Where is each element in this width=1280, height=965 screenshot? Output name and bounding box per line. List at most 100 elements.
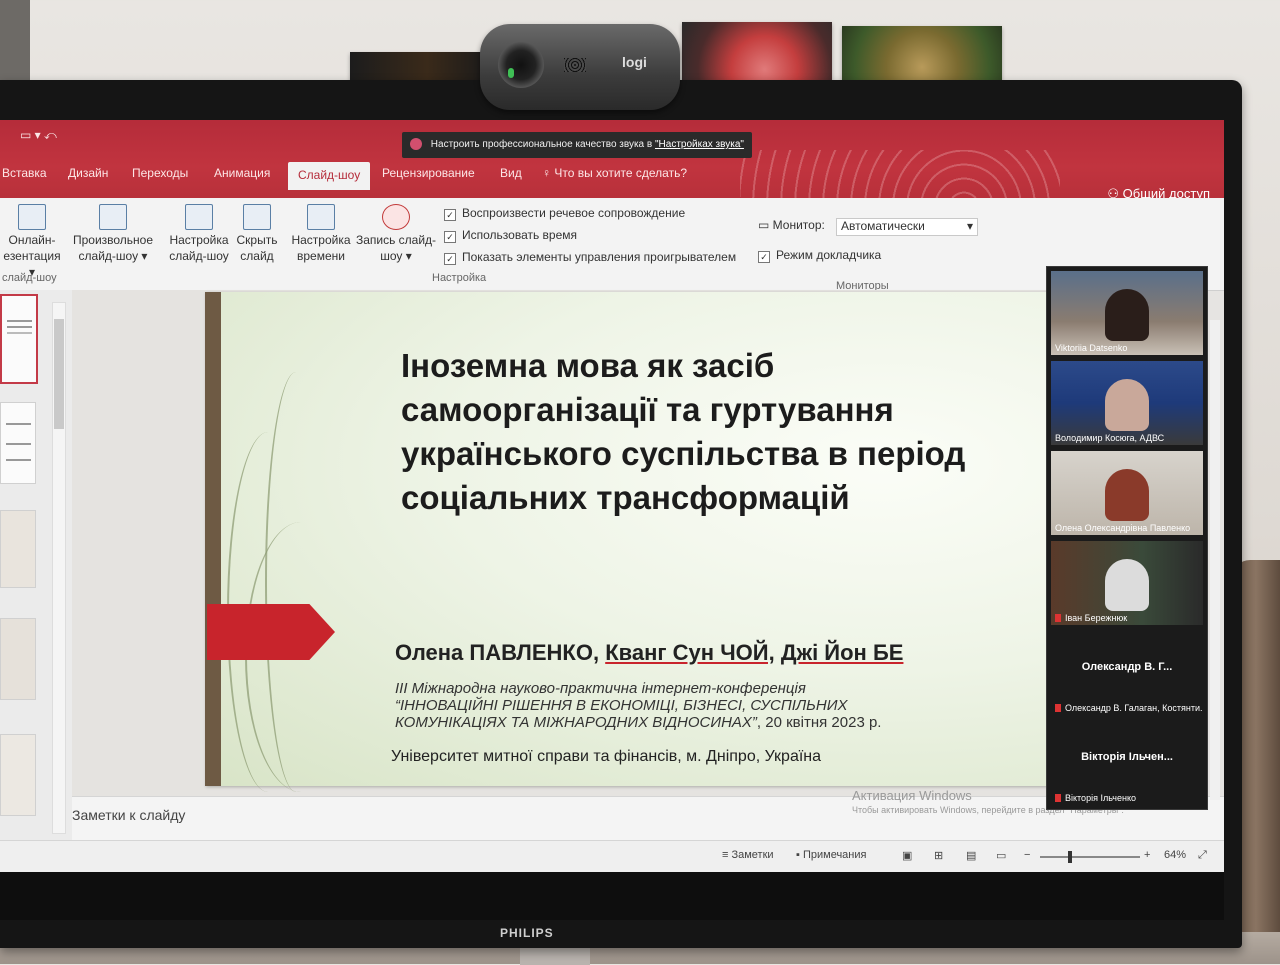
thumbnails-scrollbar[interactable] [52,302,66,834]
participant-tile[interactable]: Viktoriia Datsenko [1051,271,1203,355]
show-media-controls-checkbox[interactable]: ✓ Показать элементы управления проигрыват… [444,250,736,265]
slide-scrollbar[interactable] [1210,320,1220,800]
status-bar: ≡ Заметки ▪ Примечания ▣ ⊞ ▤ ▭ − + 64% ⤢ [0,840,1224,873]
use-timings-checkbox[interactable]: ✓ Использовать время [444,228,577,243]
group-label-slideshow: слайд-шоу [2,272,57,284]
projector-icon [185,204,213,230]
university-text[interactable]: Університет митної справи та фінансів, м… [391,748,821,766]
zoom-level[interactable]: 64% [1164,849,1186,861]
slide-sorter-icon[interactable]: ⊞ [934,849,943,862]
screen: ▭ ▾ ⤺ Настроить профессиональное качеств… [0,120,1224,920]
tab-insert[interactable]: Вставка [2,166,47,180]
normal-view-icon[interactable]: ▣ [902,849,912,862]
webcam: logi [480,24,680,110]
participant-video [1105,379,1149,431]
slide-thumbnail-1[interactable] [0,294,38,384]
participant-tile[interactable]: Іван Бережнюк [1051,541,1203,625]
lightbulb-icon: ♀ [542,166,555,180]
participant-name: Іван Бережнюк [1055,613,1127,623]
mic-muted-icon [1055,794,1061,802]
tab-transitions[interactable]: Переходы [132,166,188,180]
globe-icon [18,204,46,230]
notice-text: Настроить профессиональное качество звук… [430,139,653,150]
monitor-icon: ▭ [758,218,773,232]
participant-tile[interactable]: Вікторія Ільчен... Вікторія Ільченко [1051,721,1203,805]
record-slideshow-button[interactable]: Запись слайд- шоу ▾ [354,204,438,264]
participant-video [1105,559,1149,611]
ribbon-tabs-bar: ▭ ▾ ⤺ Настроить профессиональное качеств… [0,120,1224,201]
participant-display-name: Вікторія Ільчен... [1081,751,1173,763]
participant-name: Володимир Косюга, АДВС [1055,433,1165,443]
zoom-slider[interactable] [1040,851,1140,863]
notes-placeholder: Заметки к слайду [72,807,186,823]
slideshow-view-icon[interactable]: ▭ [996,849,1006,862]
participant-display-name: Олександр В. Г... [1081,661,1173,673]
participant-name: Олена Олександрівна Павленко [1055,523,1191,533]
slide-thumbnail-5[interactable] [0,734,36,816]
hide-slide-button[interactable]: Скрыть слайд [234,204,280,264]
slide-authors[interactable]: Олена ПАВЛЕНКО, Кванг Сун ЧОЙ, Джі Йон Б… [395,640,903,666]
comments-toggle[interactable]: ▪ Примечания [796,849,866,861]
monitor-select[interactable]: Автоматически ▾ [836,218,978,236]
red-arrow-shape [207,604,335,660]
fit-slide-icon[interactable]: ⤢ [1198,849,1207,862]
conf-line-3: КОМУНІКАЦІЯХ ТА МІЖНАРОДНИХ ВІДНОСИНАХ” [395,714,757,731]
conf-line-2: “ІННОВАЦІЙНІ РІШЕННЯ В ЕКОНОМІЦІ, БІЗНЕС… [395,697,848,714]
participant-video [1105,289,1149,341]
zoom-out-icon[interactable]: − [1024,849,1030,861]
tab-view[interactable]: Вид [500,166,522,180]
slide-thumbnail-2[interactable] [0,402,36,484]
mic-muted-icon [1055,704,1061,712]
monitor-brand-logo: PHILIPS [500,926,554,940]
participant-name: Олександр В. Галаган, Костянти... [1055,703,1203,713]
music-note-icon [410,138,422,151]
notice-link[interactable]: "Настройках звука" [655,139,744,150]
participant-tile[interactable]: Володимир Косюга, АДВС [1051,361,1203,445]
custom-slideshow-button[interactable]: Произвольное слайд-шоу ▾ [66,204,160,264]
mic-muted-icon [1055,614,1061,622]
tab-review[interactable]: Рецензирование [382,166,475,180]
camera-lens-icon [498,42,544,88]
camera-led [508,68,514,78]
participant-name: Viktoriia Datsenko [1055,343,1128,353]
chevron-down-icon: ▾ [966,219,973,233]
microphone-grille [564,58,586,72]
hide-slide-icon [243,204,271,230]
record-icon [382,204,410,230]
author-1: Олена ПАВЛЕНКО, [395,640,600,665]
slide-title[interactable]: Іноземна мова як засіб самоорганізації т… [401,344,1021,520]
participant-tile[interactable]: Олена Олександрівна Павленко [1051,451,1203,535]
slides-icon [99,204,127,230]
reading-view-icon[interactable]: ▤ [966,849,976,862]
slide-thumbnail-3[interactable] [0,510,36,588]
slide-side-bar [205,292,221,786]
slide-thumbnail-4[interactable] [0,618,36,700]
tell-me-box[interactable]: ♀ Что вы хотите сделать? [542,166,687,180]
participant-tile[interactable]: Олександр В. Г... Олександр В. Галаган, … [1051,631,1203,715]
stopwatch-icon [307,204,335,230]
quick-access-toolbar[interactable]: ▭ ▾ ⤺ [20,128,57,143]
tab-design[interactable]: Дизайн [68,166,108,180]
tab-animation[interactable]: Анимация [214,166,270,180]
sound-quality-notice[interactable]: Настроить профессиональное качество звук… [402,132,752,158]
conference-text[interactable]: ІІІ Міжнародна науково-практична інтерне… [395,680,995,731]
webcam-brand: logi [622,54,647,70]
conf-date: , 20 квітня 2023 р. [756,714,882,731]
notes-toggle[interactable]: ≡ Заметки [722,849,774,861]
author-3: Джі Йон БЕ [780,640,904,665]
online-presentation-button[interactable]: Онлайн- езентация ▾ [0,204,64,280]
group-label-setup: Настройка [432,272,487,284]
zoom-in-icon[interactable]: + [1144,849,1150,861]
presenter-view-checkbox[interactable]: ✓ Режим докладчика [758,248,881,263]
monitor: ▭ ▾ ⤺ Настроить профессиональное качеств… [0,80,1242,948]
monitor-label: ▭ Монитор: [758,218,825,232]
slide-canvas[interactable]: Іноземна мова як засіб самоорганізації т… [205,292,1051,792]
ribbon-slideshow: Онлайн- езентация ▾ Произвольное слайд-ш… [0,198,1224,292]
rehearse-timings-button[interactable]: Настройка времени [288,204,354,264]
screen-border [0,872,1224,920]
participant-name: Вікторія Ільченко [1055,793,1136,803]
play-narrations-checkbox[interactable]: ✓ Воспроизвести речевое сопровождение [444,206,685,221]
tab-slideshow[interactable]: Слайд-шоу [288,162,371,190]
slide-thumbnails-pane [0,290,73,840]
setup-slideshow-button[interactable]: Настройка слайд-шоу [166,204,232,264]
